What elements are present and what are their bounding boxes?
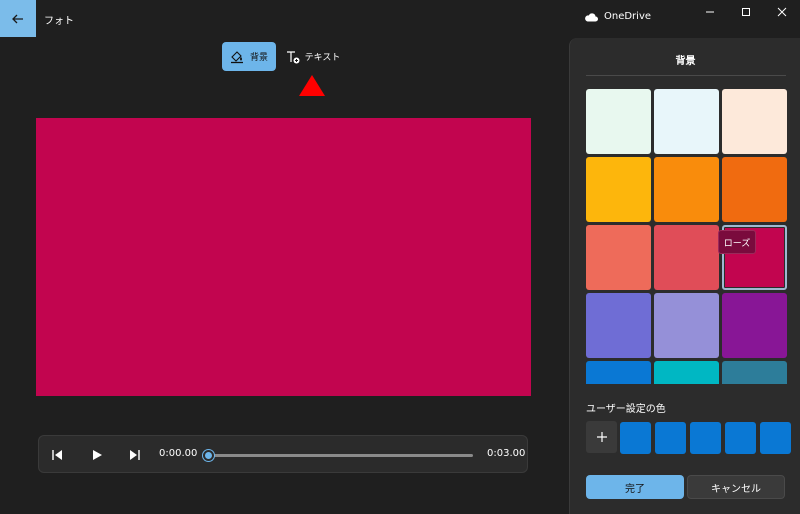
color-swatch[interactable]: [654, 89, 719, 154]
color-swatch[interactable]: [722, 89, 787, 154]
onedrive-status[interactable]: OneDrive: [584, 11, 651, 22]
skip-forward-icon: [130, 450, 140, 460]
app-title: フォト: [44, 16, 74, 27]
play-icon: [93, 450, 102, 460]
back-button[interactable]: [0, 0, 36, 37]
add-text-icon: [286, 50, 300, 63]
color-swatch[interactable]: [586, 293, 651, 358]
color-swatch[interactable]: [654, 157, 719, 222]
maximize-icon: [742, 8, 750, 16]
annotation-arrow: [299, 75, 325, 96]
minimize-button[interactable]: [702, 4, 718, 20]
current-time: 0:00.00: [159, 448, 198, 459]
custom-color-swatch[interactable]: [760, 422, 791, 454]
color-swatch[interactable]: [722, 361, 787, 384]
color-swatch[interactable]: [586, 361, 651, 384]
seek-thumb[interactable]: [203, 450, 214, 461]
cancel-button[interactable]: キャンセル: [687, 475, 785, 499]
panel-title: 背景: [675, 56, 696, 67]
background-panel: 背景 ユーザー設定の色 完了 キャンセル: [569, 38, 800, 514]
minimize-icon: [706, 11, 714, 13]
skip-back-icon: [52, 450, 62, 460]
text-tool-label: テキスト: [304, 53, 341, 63]
video-canvas: [36, 118, 531, 396]
color-tooltip: ローズ: [718, 230, 756, 254]
custom-color-swatch[interactable]: [725, 422, 756, 454]
color-swatch[interactable]: [722, 157, 787, 222]
color-swatch[interactable]: [586, 225, 651, 290]
done-button[interactable]: 完了: [586, 475, 684, 499]
close-icon: [777, 7, 787, 17]
play-button[interactable]: [89, 447, 105, 463]
color-swatch-grid: [584, 87, 790, 384]
close-button[interactable]: [774, 4, 790, 20]
color-swatch[interactable]: [654, 225, 719, 290]
custom-color-swatch[interactable]: [655, 422, 686, 454]
paint-bucket-icon: [230, 50, 243, 63]
background-tool-button[interactable]: 背景: [222, 42, 276, 71]
cloud-icon: [585, 12, 598, 21]
color-swatch[interactable]: [722, 293, 787, 358]
total-time: 0:03.00: [487, 448, 526, 459]
plus-icon: [596, 432, 607, 442]
color-swatch[interactable]: [654, 361, 719, 384]
maximize-button[interactable]: [738, 4, 754, 20]
color-swatch[interactable]: [654, 293, 719, 358]
playback-bar: 0:00.00 0:03.00: [38, 435, 528, 473]
text-tool-button[interactable]: テキスト: [284, 42, 342, 71]
arrow-left-icon: [12, 14, 23, 23]
custom-color-swatch[interactable]: [620, 422, 651, 454]
custom-color-swatch[interactable]: [690, 422, 721, 454]
custom-colors-label: ユーザー設定の色: [586, 404, 666, 415]
background-tool-label: 背景: [249, 53, 268, 63]
next-frame-button[interactable]: [127, 447, 143, 463]
previous-frame-button[interactable]: [49, 447, 65, 463]
add-custom-color-button[interactable]: [586, 421, 617, 453]
color-swatch[interactable]: [586, 157, 651, 222]
color-swatch[interactable]: [586, 89, 651, 154]
seek-track[interactable]: [208, 454, 473, 457]
onedrive-label: OneDrive: [604, 11, 652, 22]
divider: [586, 75, 786, 76]
